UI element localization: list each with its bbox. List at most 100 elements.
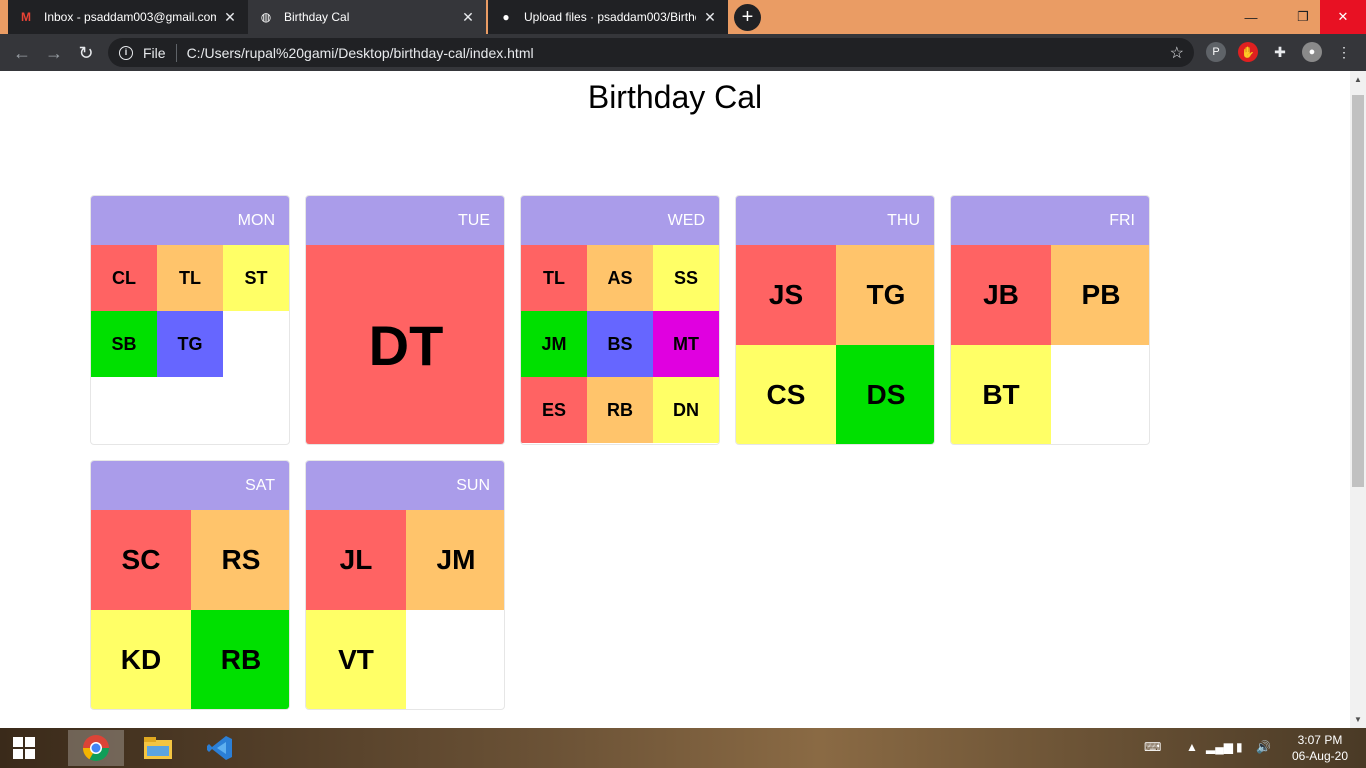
birthday-person: SB xyxy=(91,311,157,377)
page-title: Birthday Cal xyxy=(587,79,763,115)
birthday-grid: JL JM VT xyxy=(306,510,504,709)
url-scheme: File xyxy=(143,44,166,61)
birthday-person: CS xyxy=(736,345,836,444)
clock-time: 3:07 PM xyxy=(1297,733,1343,747)
clock-date: 06-Aug-20 xyxy=(1291,749,1348,763)
close-window-button[interactable]: ✕ xyxy=(1320,0,1366,34)
birthday-person: PB xyxy=(1051,245,1149,345)
address-bar[interactable]: i File C:/Users/rupal%20gami/Desktop/bir… xyxy=(108,38,1194,67)
chevron-up-icon[interactable]: ▲ xyxy=(1186,740,1198,754)
globe-icon: ◍ xyxy=(260,10,272,24)
menu-icon[interactable]: ⋮ xyxy=(1334,42,1354,62)
star-icon[interactable]: ☆ xyxy=(1170,43,1184,63)
day-card-fri: FRI JB PB BT xyxy=(950,195,1150,445)
birthday-person: RB xyxy=(587,377,653,443)
birthday-person: AS xyxy=(587,245,653,311)
day-label: THU xyxy=(736,196,934,245)
github-icon: ● xyxy=(502,10,510,24)
clock[interactable]: 3:07 PM 06-Aug-20 xyxy=(1292,732,1348,764)
pinterest-icon[interactable]: P xyxy=(1206,42,1226,62)
birthday-person: TG xyxy=(157,311,223,377)
windows-start-icon[interactable] xyxy=(0,728,48,768)
tab-title: Birthday Cal xyxy=(284,10,350,24)
birthday-person: RB xyxy=(191,610,289,709)
divider xyxy=(175,43,177,62)
reload-icon[interactable]: ↻ xyxy=(72,39,100,67)
taskbar: ⌨ ▲ ▂▄▆ ▮ 🔊 3:07 PM 06-Aug-20 xyxy=(0,728,1366,768)
birthday-person: CL xyxy=(91,245,157,311)
keyboard-icon[interactable]: ⌨ xyxy=(1144,740,1161,754)
birthday-person: RS xyxy=(191,510,289,610)
tab-title: Upload files · psaddam003/Birthday xyxy=(524,10,696,24)
tab-title: Inbox - psaddam003@gmail.com xyxy=(44,10,216,24)
birthday-grid: TL AS SS JM BS MT ES RB DN xyxy=(521,245,719,444)
birthday-person: SC xyxy=(91,510,191,610)
new-tab-button[interactable]: + xyxy=(734,4,761,31)
scroll-down-icon[interactable]: ▼ xyxy=(1354,715,1362,724)
browser-tab-strip: M Inbox - psaddam003@gmail.com ✕ ◍ Birth… xyxy=(0,0,1366,34)
forward-arrow-icon[interactable]: → xyxy=(40,39,68,67)
birthday-person: ST xyxy=(223,245,289,311)
birthday-grid: DT xyxy=(306,245,504,444)
chrome-icon[interactable] xyxy=(68,730,124,766)
page-content: Birthday Cal MON CL TL ST SB TG TUE DT WED TL AS SS… xyxy=(0,71,1350,728)
day-label: SAT xyxy=(91,461,289,510)
day-card-thu: THU JS TG CS DS xyxy=(735,195,935,445)
birthday-person: JM xyxy=(406,510,504,610)
birthday-person: DN xyxy=(653,377,719,443)
birthday-person: JL xyxy=(306,510,406,610)
back-arrow-icon[interactable]: ← xyxy=(8,39,36,67)
birthday-person: JS xyxy=(736,245,836,345)
day-label: WED xyxy=(521,196,719,245)
birthday-person: ES xyxy=(521,377,587,443)
birthday-grid: SC RS KD RB xyxy=(91,510,289,709)
day-card-sat: SAT SC RS KD RB xyxy=(90,460,290,710)
battery-icon[interactable]: ▮ xyxy=(1236,740,1243,754)
info-icon[interactable]: i xyxy=(119,45,133,60)
birthday-person: BS xyxy=(587,311,653,377)
gmail-icon: M xyxy=(21,10,31,24)
tab-upload-files[interactable]: ● Upload files · psaddam003/Birthday ✕ xyxy=(488,0,728,34)
browser-toolbar: ← → ↻ i File C:/Users/rupal%20gami/Deskt… xyxy=(0,34,1366,71)
day-card-mon: MON CL TL ST SB TG xyxy=(90,195,290,445)
birthday-person: MT xyxy=(653,311,719,377)
birthday-person: VT xyxy=(306,610,406,709)
scrollbar-thumb[interactable] xyxy=(1352,95,1364,487)
avatar[interactable]: ● xyxy=(1302,42,1322,62)
vscode-icon[interactable] xyxy=(192,730,248,766)
puzzle-icon[interactable]: ✚ xyxy=(1270,42,1290,62)
birthday-person: TL xyxy=(521,245,587,311)
volume-icon[interactable]: 🔊 xyxy=(1256,740,1271,754)
birthday-person: TL xyxy=(157,245,223,311)
birthday-grid: JB PB BT xyxy=(951,245,1149,444)
birthday-person: JM xyxy=(521,311,587,377)
day-card-sun: SUN JL JM VT xyxy=(305,460,505,710)
birthday-person: BT xyxy=(951,345,1051,444)
minimize-button[interactable]: — xyxy=(1228,0,1274,34)
close-icon[interactable]: ✕ xyxy=(702,9,718,26)
birthday-person: TG xyxy=(836,245,934,345)
birthday-grid: JS TG CS DS xyxy=(736,245,934,444)
close-icon[interactable]: ✕ xyxy=(222,9,238,26)
birthday-person: DT xyxy=(306,245,504,444)
scrollbar[interactable]: ▲ ▼ xyxy=(1350,71,1366,728)
day-card-tue: TUE DT xyxy=(305,195,505,445)
tab-inbox[interactable]: M Inbox - psaddam003@gmail.com ✕ xyxy=(8,0,248,34)
network-icon[interactable]: ▂▄▆ xyxy=(1206,740,1233,754)
file-explorer-icon[interactable] xyxy=(130,730,186,766)
birthday-person: DS xyxy=(836,345,934,444)
hand-icon[interactable]: ✋ xyxy=(1238,42,1258,62)
close-icon[interactable]: ✕ xyxy=(460,9,476,26)
day-label: TUE xyxy=(306,196,504,245)
day-label: SUN xyxy=(306,461,504,510)
birthday-person: JB xyxy=(951,245,1051,345)
scroll-up-icon[interactable]: ▲ xyxy=(1354,75,1362,84)
day-card-wed: WED TL AS SS JM BS MT ES RB DN xyxy=(520,195,720,445)
tab-birthday-cal[interactable]: ◍ Birthday Cal ✕ xyxy=(248,0,486,34)
day-label: FRI xyxy=(951,196,1149,245)
birthday-person: KD xyxy=(91,610,191,709)
birthday-grid: CL TL ST SB TG xyxy=(91,245,289,444)
url-text: C:/Users/rupal%20gami/Desktop/birthday-c… xyxy=(186,44,534,61)
birthday-person: SS xyxy=(653,245,719,311)
day-label: MON xyxy=(91,196,289,245)
